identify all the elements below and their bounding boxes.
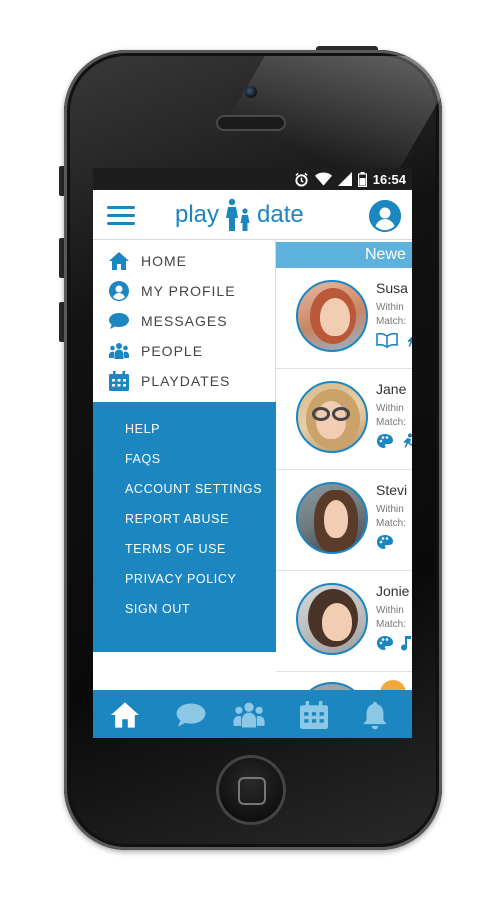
- bottom-tab-bar: [93, 690, 412, 738]
- bell-icon: [363, 702, 387, 730]
- people-icon: [109, 341, 129, 361]
- interest-icons: [376, 332, 412, 348]
- app-bar: play date: [93, 190, 412, 240]
- profile-avatar-button[interactable]: [369, 200, 401, 232]
- calendar-icon: [300, 701, 328, 729]
- drawer-item-my-profile[interactable]: MY PROFILE: [109, 279, 236, 303]
- user-circle-icon: [109, 281, 129, 301]
- menu-line: [107, 206, 135, 209]
- alarm-icon: [295, 172, 308, 187]
- drawer-item-account-settings[interactable]: ACCOUNT SETTINGS: [125, 482, 262, 496]
- drawer-item-playdates[interactable]: PLAYDATES: [109, 369, 230, 393]
- battery-icon: [357, 171, 367, 187]
- runner-icon: [407, 337, 412, 347]
- card-match: Match:: [376, 417, 407, 428]
- profile-card[interactable]: Susa Within Match:: [276, 268, 412, 369]
- notification-badge: [380, 680, 406, 690]
- drawer-item-label: MY PROFILE: [141, 283, 236, 299]
- people-icon: [233, 702, 265, 728]
- card-name: Stevi: [376, 482, 408, 498]
- music-note-icon: [401, 636, 411, 651]
- runner-icon: [403, 433, 412, 448]
- tab-messages[interactable]: [173, 700, 209, 730]
- profile-card-partial: [276, 668, 412, 690]
- drawer-item-privacy-policy[interactable]: PRIVACY POLICY: [125, 572, 236, 586]
- interest-icons: [376, 635, 412, 651]
- card-distance: Within: [376, 403, 404, 414]
- drawer-item-label: PLAYDATES: [141, 373, 231, 389]
- profile-photo: [296, 280, 368, 352]
- wifi-icon: [314, 172, 332, 186]
- drawer-item-people[interactable]: PEOPLE: [109, 339, 203, 363]
- home-hardware-button[interactable]: [216, 755, 286, 825]
- palette-icon: [377, 434, 393, 448]
- tab-home[interactable]: [110, 700, 140, 730]
- menu-button[interactable]: [107, 204, 135, 226]
- face-shape: [320, 298, 350, 336]
- profile-card[interactable]: Jonie Within Match:: [276, 571, 412, 672]
- navigation-drawer: HOME MY PROFILE MESSAGES PEOPLE PLAYDATE…: [93, 240, 276, 652]
- drawer-item-label: MESSAGES: [141, 313, 228, 329]
- face-shape: [322, 603, 352, 641]
- book-icon: [376, 332, 398, 348]
- calendar-icon: [109, 371, 129, 391]
- card-match: Match:: [376, 619, 407, 630]
- face-shape: [324, 500, 348, 538]
- drawer-item-help[interactable]: HELP: [125, 422, 160, 436]
- card-name: Susa: [376, 280, 408, 296]
- palette-icon: [377, 636, 393, 650]
- profile-photo: [296, 381, 368, 453]
- sunglasses-shape: [332, 407, 350, 421]
- interest-icons: [376, 534, 394, 550]
- home-icon: [109, 251, 129, 271]
- drawer-item-report-abuse[interactable]: REPORT ABUSE: [125, 512, 229, 526]
- status-bar: 16:54: [93, 168, 412, 190]
- parent-child-icon: [226, 198, 250, 231]
- stage: 16:54 play date Newe Susa Within Match: …: [0, 0, 500, 900]
- screen: 16:54 play date Newe Susa Within Match: …: [93, 168, 412, 738]
- drawer-primary-section: HOME MY PROFILE MESSAGES PEOPLE PLAYDATE…: [93, 240, 276, 402]
- status-time: 16:54: [372, 171, 406, 187]
- chat-bubble-icon: [176, 703, 206, 727]
- card-distance: Within: [376, 302, 404, 313]
- feed-header: Newe: [276, 242, 412, 268]
- drawer-item-home[interactable]: HOME: [109, 249, 187, 273]
- front-camera: [245, 86, 257, 98]
- chat-bubble-icon: [109, 311, 129, 331]
- newest-feed: Newe Susa Within Match: Jane Within Matc…: [276, 240, 412, 690]
- card-distance: Within: [376, 605, 404, 616]
- interest-icons: [376, 433, 412, 449]
- drawer-secondary-section: HELP FAQS ACCOUNT SETTINGS REPORT ABUSE …: [93, 402, 276, 652]
- earpiece: [216, 115, 286, 131]
- logo-text-left: play: [175, 201, 220, 228]
- app-logo: play date: [175, 198, 304, 232]
- drawer-item-label: PEOPLE: [141, 343, 204, 359]
- drawer-item-sign-out[interactable]: SIGN OUT: [125, 602, 190, 616]
- sunglasses-shape: [312, 407, 330, 421]
- drawer-item-faqs[interactable]: FAQS: [125, 452, 161, 466]
- logo-text-right: date: [257, 201, 304, 228]
- profile-photo: [296, 583, 368, 655]
- profile-photo: [296, 682, 368, 690]
- menu-line: [107, 222, 135, 225]
- tab-playdates[interactable]: [299, 700, 329, 730]
- profile-photo: [296, 482, 368, 554]
- home-icon: [111, 702, 139, 728]
- drawer-item-label: HOME: [141, 253, 187, 269]
- card-name: Jonie: [376, 583, 410, 599]
- signal-icon: [337, 172, 352, 186]
- palette-icon: [377, 535, 393, 549]
- card-distance: Within: [376, 504, 404, 515]
- menu-line: [107, 214, 135, 217]
- drawer-item-messages[interactable]: MESSAGES: [109, 309, 228, 333]
- card-match: Match:: [376, 518, 407, 529]
- tab-people[interactable]: [231, 700, 267, 730]
- drawer-item-terms-of-use[interactable]: TERMS OF USE: [125, 542, 226, 556]
- card-match: Match:: [376, 316, 407, 327]
- card-name: Jane: [376, 381, 407, 397]
- tab-notifications[interactable]: [360, 700, 390, 730]
- profile-card[interactable]: Stevi Within Match:: [276, 470, 412, 571]
- profile-card[interactable]: Jane Within Match:: [276, 369, 412, 470]
